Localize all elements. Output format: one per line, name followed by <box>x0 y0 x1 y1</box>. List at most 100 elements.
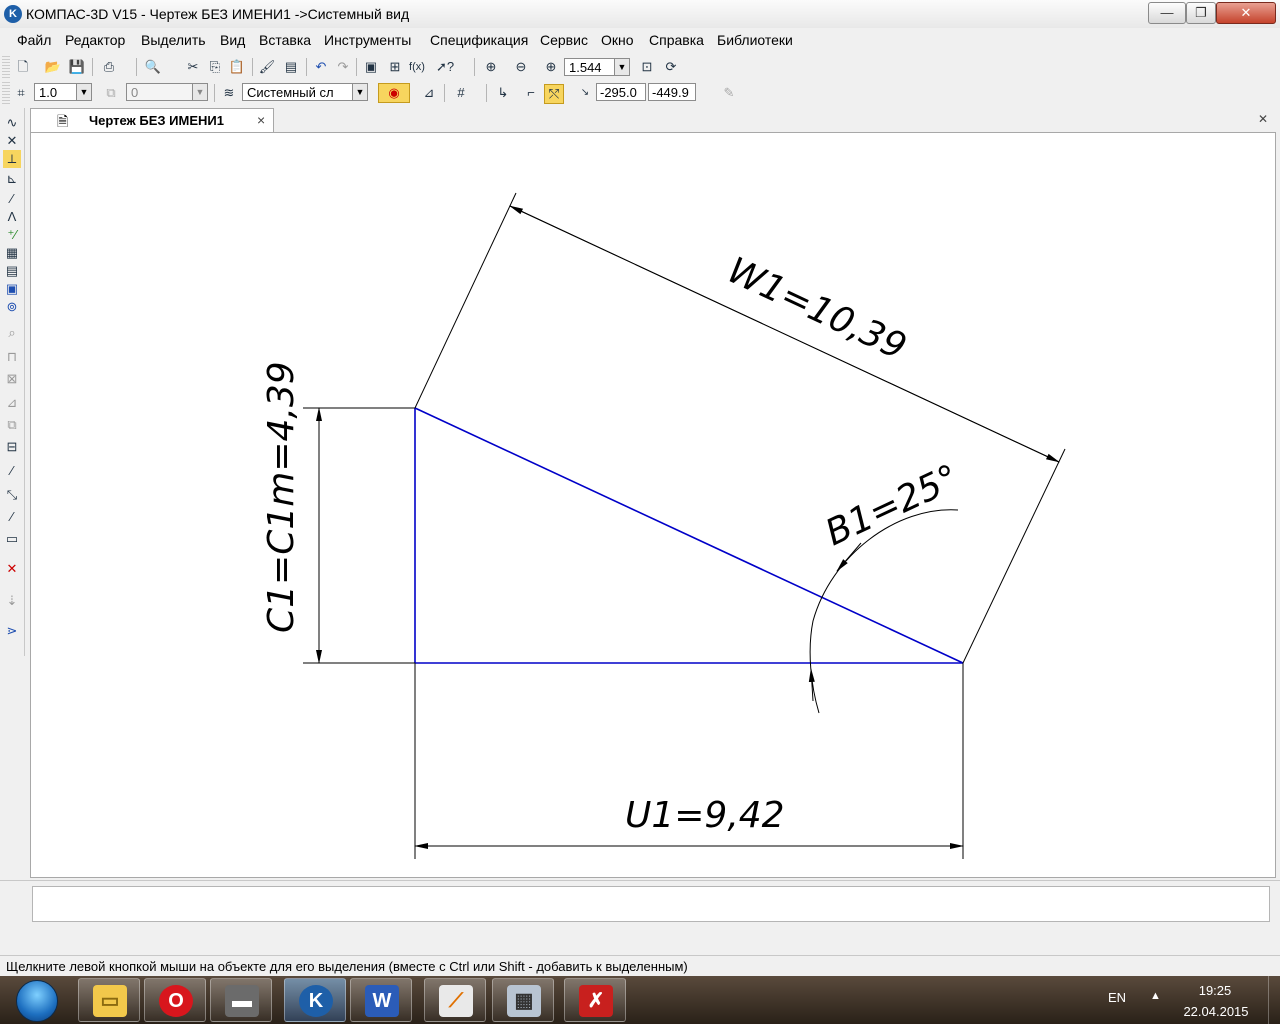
language-indicator[interactable]: EN <box>1108 990 1126 1005</box>
toolbar-grip[interactable] <box>2 56 10 78</box>
drawing-canvas[interactable]: W1=10,39 C1=C1m=4,39 U1=9,42 B1=25° <box>30 132 1276 878</box>
symbols-icon[interactable]: ⊾ <box>3 170 21 188</box>
tool-icon[interactable]: ⊓ <box>3 348 21 366</box>
start-button[interactable] <box>0 976 76 1024</box>
point-icon[interactable]: ✕ <box>3 132 21 150</box>
menu-editor[interactable]: Редактор <box>65 32 125 48</box>
kompas-app-icon[interactable]: K <box>4 5 22 23</box>
tool-icon[interactable]: ⊠ <box>3 370 21 388</box>
cad-icon: ⟋ <box>439 985 473 1017</box>
round-icon[interactable]: ⌐ <box>522 84 540 102</box>
close-button[interactable]: ✕ <box>1216 2 1276 24</box>
refresh-icon[interactable]: ⟳ <box>662 58 680 76</box>
zoom-out-icon[interactable]: ⊖ <box>512 58 530 76</box>
tool-icon[interactable]: ⁄ <box>3 508 21 526</box>
zoom-window-icon[interactable]: ⊕ <box>482 58 500 76</box>
properties-icon[interactable]: ▤ <box>282 58 300 76</box>
open-icon[interactable]: 📂 <box>44 58 62 76</box>
dimension-c[interactable] <box>303 407 415 664</box>
menu-libraries[interactable]: Библиотеки <box>717 32 793 48</box>
local-cs-icon[interactable]: ⌗ <box>12 84 30 102</box>
undo-icon[interactable]: ↶ <box>312 58 330 76</box>
measure-icon[interactable]: ⁺⁄ <box>3 226 21 244</box>
line-scale-combo[interactable]: 1.0 ▼ <box>34 83 92 101</box>
menu-specification[interactable]: Спецификация <box>430 32 528 48</box>
tab-close-icon[interactable]: × <box>257 112 265 128</box>
taskbar-app-cad[interactable]: ⟋ <box>424 978 486 1022</box>
menu-select[interactable]: Выделить <box>141 32 206 48</box>
tool-icon[interactable]: ⊿ <box>3 394 21 412</box>
tool-icon[interactable]: ⊟ <box>3 438 21 456</box>
menu-help[interactable]: Справка <box>649 32 704 48</box>
clock-time[interactable]: 19:25 <box>1190 983 1240 998</box>
menu-file[interactable]: Файл <box>17 32 51 48</box>
tool-icon[interactable]: ▭ <box>3 530 21 548</box>
dimensions-icon[interactable]: ⟂ <box>3 150 21 168</box>
zoom-combo[interactable]: 1.544 ▼ <box>564 58 630 76</box>
edit-icon[interactable]: ⁄ <box>3 190 21 208</box>
tab-document[interactable]: 🗎 Чертеж БЕЗ ИМЕНИ1 × <box>30 108 274 132</box>
tool-icon[interactable]: ⋗ <box>3 622 21 640</box>
taskbar-app-terminal[interactable]: ▬ <box>210 978 272 1022</box>
menu-view[interactable]: Вид <box>220 32 245 48</box>
tab-menu-close-icon[interactable]: ✕ <box>1258 112 1268 126</box>
triangle-geometry[interactable] <box>414 407 964 664</box>
restore-button[interactable]: ❐ <box>1186 2 1216 24</box>
ortho-icon[interactable]: ⊿ <box>420 84 438 102</box>
tool-icon[interactable]: ⇣ <box>3 592 21 610</box>
menu-insert[interactable]: Вставка <box>259 32 311 48</box>
variables-icon[interactable]: ⊞ <box>386 58 404 76</box>
taskbar-app-kompas[interactable]: K <box>284 978 346 1022</box>
tool-icon[interactable]: ⧉ <box>3 416 21 434</box>
report-icon[interactable]: ▣ <box>3 280 21 298</box>
spec-icon[interactable]: ▤ <box>3 262 21 280</box>
tray-expand-icon[interactable]: ▲ <box>1150 990 1161 1002</box>
geometry-icon[interactable]: ∿ <box>3 114 21 132</box>
copy-icon[interactable]: ⎘ <box>206 58 224 76</box>
save-icon[interactable]: 💾 <box>68 58 86 76</box>
parametric-icon[interactable]: ⤲ <box>544 84 564 104</box>
taskbar-app-word[interactable]: W <box>350 978 412 1022</box>
format-brush-icon[interactable]: 🖌 <box>258 58 276 76</box>
paste-icon[interactable]: 📋 <box>228 58 246 76</box>
taskbar-app-calculator[interactable]: ▦ <box>492 978 554 1022</box>
delete-icon[interactable]: ✕ <box>3 560 21 578</box>
preview-icon[interactable]: 🔍 <box>144 58 162 76</box>
tool-icon[interactable]: ⁄ <box>3 462 21 480</box>
print-icon[interactable]: ⎙ <box>100 58 118 76</box>
show-desktop-button[interactable] <box>1268 976 1280 1024</box>
menu-service[interactable]: Сервис <box>540 32 588 48</box>
redo-icon[interactable]: ↷ <box>334 58 352 76</box>
clock-date[interactable]: 22.04.2015 <box>1178 1004 1254 1019</box>
chevron-down-icon[interactable]: ▼ <box>614 59 629 75</box>
magnet-snap-icon[interactable]: ◉ <box>378 83 410 103</box>
taskbar-app-explorer[interactable]: ▭ <box>78 978 140 1022</box>
coord-x-field[interactable]: -295.0 <box>596 83 646 101</box>
style-combo[interactable]: Системный сл ▼ <box>242 83 368 101</box>
chevron-down-icon[interactable]: ▼ <box>352 84 367 100</box>
grid-icon[interactable]: # <box>452 84 470 102</box>
menu-tools[interactable]: Инструменты <box>324 32 411 48</box>
toolbar-grip[interactable] <box>2 82 10 104</box>
select-icon[interactable]: ▦ <box>3 244 21 262</box>
chevron-down-icon[interactable]: ▼ <box>76 84 91 100</box>
taskbar-app-opera[interactable]: O <box>144 978 206 1022</box>
tool-icon[interactable]: ⤡ <box>3 486 21 504</box>
menu-window[interactable]: Окно <box>601 32 634 48</box>
insert-icon[interactable]: ⊚ <box>3 298 21 316</box>
axis-icon[interactable]: ↳ <box>494 84 512 102</box>
property-panel[interactable] <box>32 886 1270 922</box>
tool-icon[interactable]: ⌕ <box>3 324 21 342</box>
new-document-icon[interactable]: 🗋 <box>14 58 32 76</box>
zoom-in-icon[interactable]: ⊕ <box>542 58 560 76</box>
help-pointer-icon[interactable]: ➚? <box>436 58 454 76</box>
taskbar-app-pdf[interactable]: ✗ <box>564 978 626 1022</box>
minimize-button[interactable]: — <box>1148 2 1186 24</box>
show-all-icon[interactable]: ⊡ <box>638 58 656 76</box>
coord-y-field[interactable]: -449.9 <box>648 83 696 101</box>
function-icon[interactable]: f(x) <box>408 58 426 76</box>
cut-icon[interactable]: ✂ <box>184 58 202 76</box>
layers-icon[interactable]: ≋ <box>220 84 238 102</box>
parametrization-icon[interactable]: Λ <box>3 208 21 226</box>
manager-icon[interactable]: ▣ <box>362 58 380 76</box>
